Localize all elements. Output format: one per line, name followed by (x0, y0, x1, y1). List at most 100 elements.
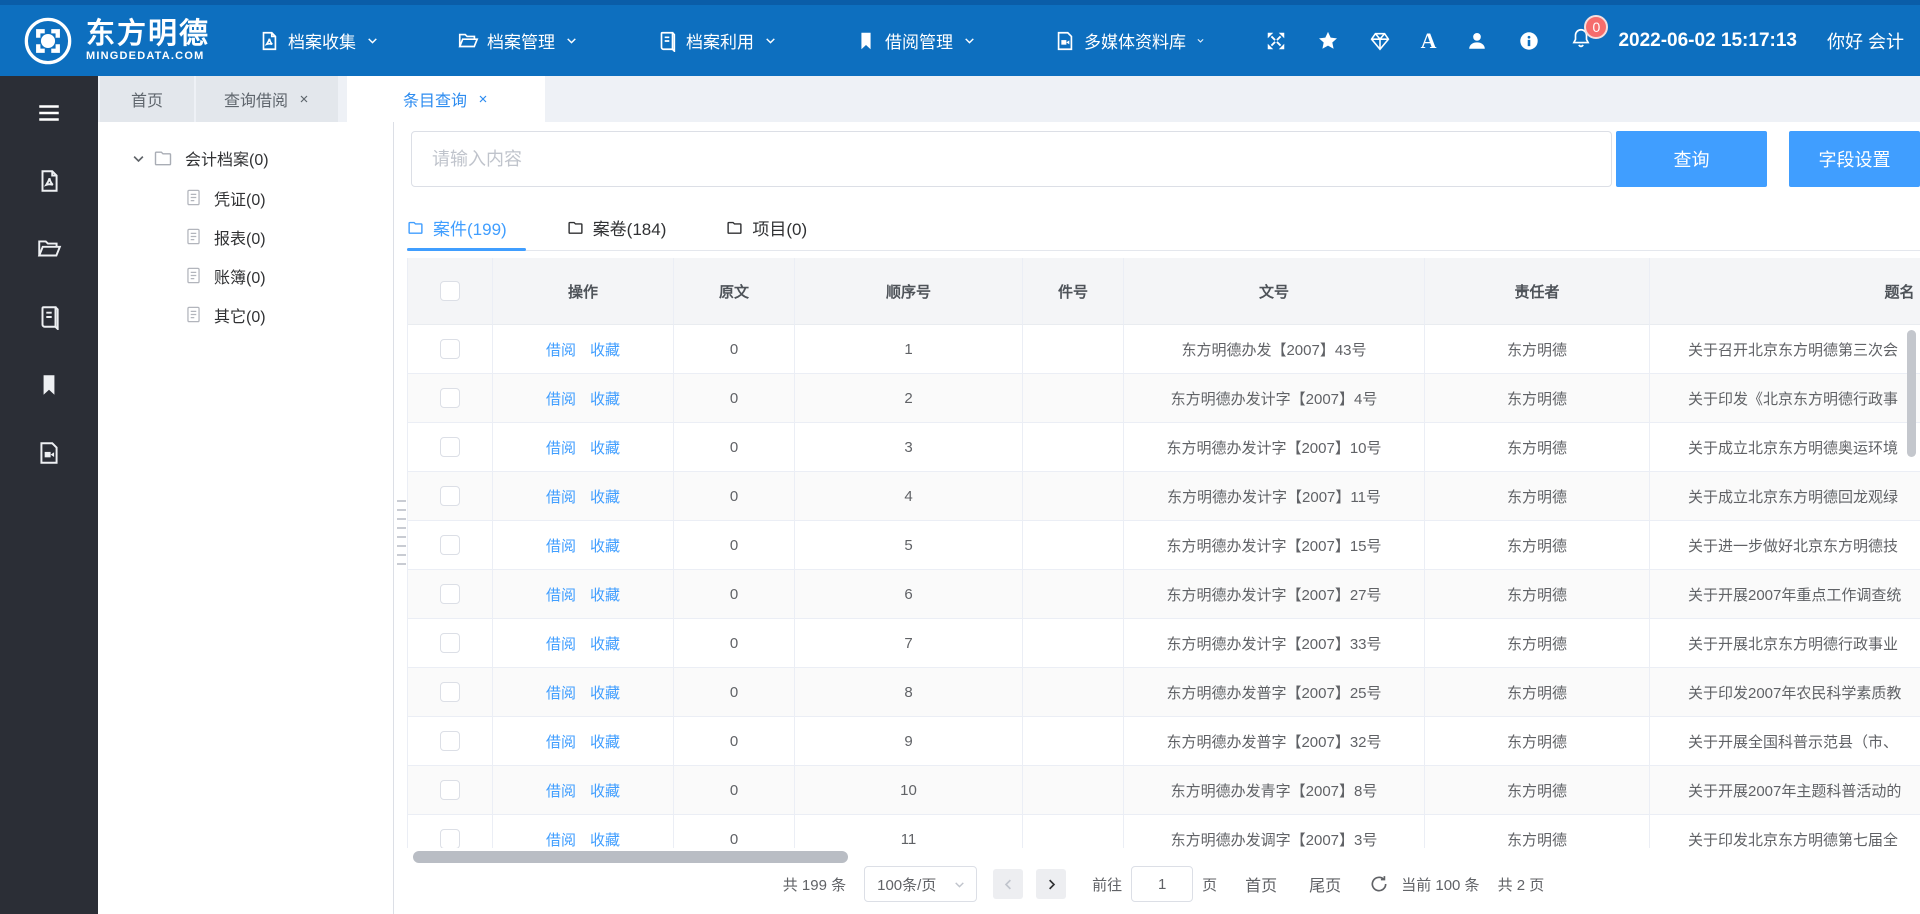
gem-icon[interactable] (1369, 30, 1391, 52)
borrow-link[interactable]: 借阅 (546, 339, 576, 360)
user-greeting[interactable]: 你好 会计 (1827, 28, 1904, 54)
next-page-button[interactable] (1036, 869, 1066, 899)
borrow-link[interactable]: 借阅 (546, 633, 576, 654)
user-icon[interactable] (1466, 30, 1488, 52)
goto-page-input[interactable] (1131, 866, 1193, 902)
row-actions-cell: 借阅 收藏 (493, 423, 674, 472)
folder-icon (407, 219, 424, 236)
subtab-cases[interactable]: 案件(199) (407, 215, 507, 240)
borrow-link[interactable]: 借阅 (546, 829, 576, 849)
book-icon[interactable] (36, 304, 62, 330)
last-page-button[interactable]: 尾页 (1309, 872, 1341, 896)
favorite-link[interactable]: 收藏 (590, 780, 620, 801)
borrow-link[interactable]: 借阅 (546, 780, 576, 801)
borrow-link[interactable]: 借阅 (546, 682, 576, 703)
table-row: 借阅 收藏 0 7 东方明德办发计字【2007】33号 东方明德 关于开展北京东… (408, 619, 1920, 668)
row-checkbox[interactable] (440, 633, 460, 653)
tree-expand-caret-icon[interactable] (131, 151, 146, 166)
page-size-value: 100条/页 (877, 874, 936, 895)
select-all-checkbox[interactable] (440, 281, 460, 301)
navbar-right-tools: A 0 2022-06-02 15:17:13 你好 会计 (1265, 27, 1920, 54)
row-checkbox[interactable] (440, 682, 460, 702)
hamburger-menu-icon[interactable] (36, 100, 62, 126)
close-icon[interactable] (477, 93, 489, 105)
row-title-cell: 关于成立北京东方明德奥运环境 (1650, 423, 1920, 472)
tree-node-accounting-archive[interactable]: 会计档案(0) (98, 138, 393, 178)
favorite-link[interactable]: 收藏 (590, 633, 620, 654)
tab-query-borrow[interactable]: 查询借阅 (196, 76, 338, 122)
favorite-link[interactable]: 收藏 (590, 535, 620, 556)
row-checkbox[interactable] (440, 829, 460, 848)
row-checkbox[interactable] (440, 780, 460, 800)
pdf-file-icon[interactable] (36, 168, 62, 194)
borrow-link[interactable]: 借阅 (546, 486, 576, 507)
brand-logo[interactable]: 东方明德 MINGDEDATA.COM (0, 15, 210, 67)
top-navbar: 东方明德 MINGDEDATA.COM 档案收集 档案管理 (0, 0, 1920, 76)
favorite-link[interactable]: 收藏 (590, 731, 620, 752)
first-page-button[interactable]: 首页 (1245, 872, 1277, 896)
row-title-cell: 关于进一步做好北京东方明德技 (1650, 521, 1920, 570)
borrow-link[interactable]: 借阅 (546, 388, 576, 409)
row-checkbox[interactable] (440, 339, 460, 359)
tab-home[interactable]: 首页 (100, 76, 194, 122)
folder-open-icon[interactable] (36, 236, 62, 262)
search-input[interactable] (411, 131, 1612, 187)
row-item-no-cell (1023, 325, 1124, 374)
nav-menu-multimedia-library[interactable]: 多媒体资料库 (1054, 28, 1205, 53)
row-checkbox[interactable] (440, 731, 460, 751)
favorite-link[interactable]: 收藏 (590, 437, 620, 458)
row-select-cell (408, 521, 493, 570)
nav-menu-label: 档案收集 (288, 28, 356, 53)
vertical-scrollbar-thumb[interactable] (1907, 330, 1916, 457)
favorite-link[interactable]: 收藏 (590, 486, 620, 507)
favorite-link[interactable]: 收藏 (590, 829, 620, 849)
video-file-icon[interactable] (36, 440, 62, 466)
table-row: 借阅 收藏 0 8 东方明德办发普字【2007】25号 东方明德 关于印发200… (408, 668, 1920, 717)
nav-menu-archive-management[interactable]: 档案管理 (457, 28, 578, 53)
font-size-icon[interactable]: A (1421, 30, 1437, 52)
notification-bell[interactable]: 0 (1570, 27, 1592, 54)
row-title-cell: 关于开展北京东方明德行政事业 (1650, 619, 1920, 668)
nav-menu-borrow-management[interactable]: 借阅管理 (855, 28, 976, 53)
favorite-link[interactable]: 收藏 (590, 388, 620, 409)
tree-node-label: 其它(0) (214, 303, 266, 327)
tree-node[interactable]: 凭证(0) (98, 178, 393, 217)
panel-splitter[interactable] (395, 492, 407, 572)
query-button[interactable]: 查询 (1616, 131, 1767, 187)
refresh-icon[interactable] (1369, 874, 1389, 894)
favorite-link[interactable]: 收藏 (590, 584, 620, 605)
favorite-link[interactable]: 收藏 (590, 339, 620, 360)
subtab-volumes[interactable]: 案卷(184) (567, 215, 667, 240)
borrow-link[interactable]: 借阅 (546, 437, 576, 458)
nav-menu-archive-collection[interactable]: 档案收集 (258, 28, 379, 53)
field-settings-button[interactable]: 字段设置 (1789, 131, 1920, 187)
row-checkbox[interactable] (440, 486, 460, 506)
close-icon[interactable] (298, 93, 310, 105)
nav-menu-archive-usage[interactable]: 档案利用 (656, 28, 777, 53)
bookmark-icon[interactable] (36, 372, 62, 398)
prev-page-button[interactable] (993, 869, 1023, 899)
row-checkbox[interactable] (440, 437, 460, 457)
row-sequence-cell: 4 (795, 472, 1023, 521)
row-checkbox[interactable] (440, 388, 460, 408)
row-checkbox[interactable] (440, 535, 460, 555)
subtab-projects[interactable]: 项目(0) (726, 215, 807, 240)
borrow-link[interactable]: 借阅 (546, 731, 576, 752)
table-row: 借阅 收藏 0 10 东方明德办发青字【2007】8号 东方明德 关于开展200… (408, 766, 1920, 815)
favorite-link[interactable]: 收藏 (590, 682, 620, 703)
row-select-cell (408, 717, 493, 766)
page-size-select[interactable]: 100条/页 (864, 866, 977, 902)
tree-node[interactable]: 其它(0) (98, 295, 393, 334)
row-checkbox[interactable] (440, 584, 460, 604)
current-count-label: 当前 100 条 (1401, 874, 1479, 895)
borrow-link[interactable]: 借阅 (546, 584, 576, 605)
tree-node-label: 会计档案(0) (185, 146, 269, 170)
info-icon[interactable] (1518, 30, 1540, 52)
fullscreen-icon[interactable] (1265, 30, 1287, 52)
tab-entry-query[interactable]: 条目查询 (347, 76, 545, 122)
row-select-cell (408, 668, 493, 717)
star-icon[interactable] (1317, 30, 1339, 52)
borrow-link[interactable]: 借阅 (546, 535, 576, 556)
tree-node[interactable]: 报表(0) (98, 217, 393, 256)
tree-node[interactable]: 账簿(0) (98, 256, 393, 295)
